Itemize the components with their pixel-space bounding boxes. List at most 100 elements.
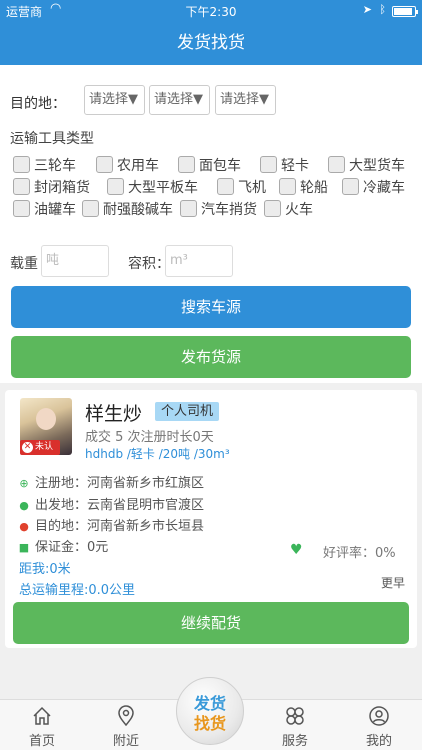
ship-find-cargo-button[interactable]: 发货 找货 <box>176 677 244 745</box>
vehicle-info: hdhdb /轻卡 /20吨 /30m³ <box>85 447 230 461</box>
total-mileage: 总运输里程:0.0公里 <box>19 583 136 598</box>
checkbox-icon[interactable] <box>342 178 359 195</box>
checkbox-icon[interactable] <box>180 200 197 217</box>
share-nodes-icon: ⊕ <box>19 477 29 490</box>
location-pin-icon: ● <box>19 499 29 512</box>
checkbox-icon[interactable] <box>13 156 30 173</box>
vehicle-option-flatbed[interactable]: 大型平板车 <box>107 178 198 198</box>
heart-icon: ♥ <box>290 542 303 558</box>
checkbox-icon[interactable] <box>260 156 277 173</box>
vehicle-option-farm-vehicle[interactable]: 农用车 <box>96 156 159 176</box>
search-vehicles-button[interactable]: 搜索车源 <box>11 286 411 328</box>
checkbox-icon[interactable] <box>96 156 113 173</box>
destination-place: 目的地：河南省新乡市长垣县 <box>35 519 205 534</box>
vehicle-option-acid-resistant[interactable]: 耐强酸碱车 <box>82 200 173 220</box>
destination-row: ● 目的地：河南省新乡市长垣县 <box>17 515 204 534</box>
vehicle-option-label: 面包车 <box>199 158 241 174</box>
vehicle-option-label: 火车 <box>285 202 313 218</box>
vehicle-option-label: 大型平板车 <box>128 180 198 196</box>
tab-label: 首页 <box>28 734 55 749</box>
volume-label: 容积： <box>128 256 170 272</box>
vehicle-option-label: 三轮车 <box>34 158 76 174</box>
checkbox-icon[interactable] <box>13 178 30 195</box>
checkbox-icon[interactable] <box>82 200 99 217</box>
vehicle-option-tricycle[interactable]: 三轮车 <box>13 156 76 176</box>
tab-label: 附近 <box>112 734 139 749</box>
lock-icon: ■ <box>18 541 30 554</box>
checkbox-icon[interactable] <box>264 200 281 217</box>
vehicle-option-label: 汽车捎货 <box>201 202 257 218</box>
avatar-face <box>36 408 56 430</box>
vehicle-option-label: 轻卡 <box>281 158 309 174</box>
deposit: 保证金：0元 <box>35 540 109 555</box>
deposit-row: ■ 保证金：0元 <box>17 536 108 555</box>
destination-label: 目的地： <box>10 96 66 112</box>
vehicle-option-tanker[interactable]: 油罐车 <box>13 200 76 220</box>
page-title: 发货找货 <box>0 22 422 65</box>
location-pin-icon: ● <box>19 520 29 533</box>
district-select[interactable]: 请选择▼ <box>215 85 276 115</box>
volume-input[interactable]: m³ <box>165 245 233 277</box>
departure-place: 出发地：云南省昆明市官渡区 <box>35 498 205 513</box>
weight-label: 载重 <box>10 256 38 272</box>
tab-label: 我的 <box>365 734 392 749</box>
user-icon <box>369 706 389 726</box>
more-link[interactable]: 更早 <box>381 574 405 591</box>
bluetooth-icon: ᛒ <box>379 3 386 16</box>
tab-home[interactable]: 首页 <box>12 700 72 750</box>
vehicle-option-label: 飞机 <box>238 180 266 196</box>
distance: 距我:0米 <box>19 562 71 577</box>
checkbox-icon[interactable] <box>279 178 296 195</box>
vehicle-option-car-carpool[interactable]: 汽车捎货 <box>180 200 257 220</box>
unverified-badge: ✕ 未认证 <box>20 440 60 467</box>
deal-info: 成交 5 次注册时长0天 <box>85 430 214 445</box>
vehicle-option-van[interactable]: 面包车 <box>178 156 241 176</box>
driver-type-badge: 个人司机 <box>155 402 220 421</box>
battery-icon <box>392 6 418 17</box>
province-select[interactable]: 请选择▼ <box>84 85 145 115</box>
checkbox-icon[interactable] <box>328 156 345 173</box>
checkbox-icon[interactable] <box>13 200 30 217</box>
departure-row: ● 出发地：云南省昆明市官渡区 <box>17 494 204 513</box>
vehicle-option-refrigerated[interactable]: 冷藏车 <box>342 178 405 198</box>
rating: 好评率：0% <box>323 546 396 561</box>
publish-cargo-button[interactable]: 发布货源 <box>11 336 411 378</box>
vehicle-option-label: 油罐车 <box>34 202 76 218</box>
close-icon: ✕ <box>22 442 33 453</box>
vehicle-option-label: 轮船 <box>300 180 328 196</box>
vehicle-option-light-truck[interactable]: 轻卡 <box>260 156 309 176</box>
checkbox-icon[interactable] <box>107 178 124 195</box>
driver-name: 样生炒 <box>85 403 143 425</box>
home-icon <box>33 706 51 725</box>
continue-matching-button[interactable]: 继续配货 <box>13 602 409 644</box>
tab-nearby[interactable]: 附近 <box>96 700 156 750</box>
register-place: 注册地：河南省新乡市红旗区 <box>35 476 205 491</box>
vehicle-option-label: 冷藏车 <box>363 180 405 196</box>
clover-icon <box>286 707 304 725</box>
city-select[interactable]: 请选择▼ <box>149 85 210 115</box>
vehicle-option-large-truck[interactable]: 大型货车 <box>328 156 405 176</box>
tab-label: 服务 <box>281 734 308 749</box>
vehicle-option-label: 农用车 <box>117 158 159 174</box>
checkbox-icon[interactable] <box>178 156 195 173</box>
vehicle-option-label: 封闭箱货 <box>34 180 90 196</box>
status-time: 下午2:30 <box>185 5 237 19</box>
tab-profile[interactable]: 我的 <box>349 700 409 750</box>
tab-services[interactable]: 服务 <box>265 700 325 750</box>
center-button-line2: 找货 <box>193 714 226 733</box>
location-arrow-icon: ➤ <box>362 3 372 16</box>
driver-card[interactable]: ✕ 未认证 样生炒 个人司机 成交 5 次注册时长0天 hdhdb /轻卡 /2… <box>5 390 417 648</box>
vehicle-option-ship[interactable]: 轮船 <box>279 178 328 198</box>
unverified-label: 未认证 <box>35 442 54 467</box>
checkbox-icon[interactable] <box>217 178 234 195</box>
vehicle-option-label: 耐强酸碱车 <box>103 202 173 218</box>
vehicle-option-box-truck[interactable]: 封闭箱货 <box>13 178 90 198</box>
location-pin-icon <box>118 705 134 727</box>
transport-type-title: 运输工具类型 <box>10 131 94 147</box>
vehicle-option-label: 大型货车 <box>349 158 405 174</box>
vehicle-option-train[interactable]: 火车 <box>264 200 313 220</box>
weight-input[interactable]: 吨 <box>41 245 109 277</box>
status-bar: 运营商 ◠ 下午2:30 ➤ ᛒ <box>0 0 422 22</box>
vehicle-option-airplane[interactable]: 飞机 <box>217 178 266 198</box>
register-place-row: ⊕ 注册地：河南省新乡市红旗区 <box>17 472 204 491</box>
